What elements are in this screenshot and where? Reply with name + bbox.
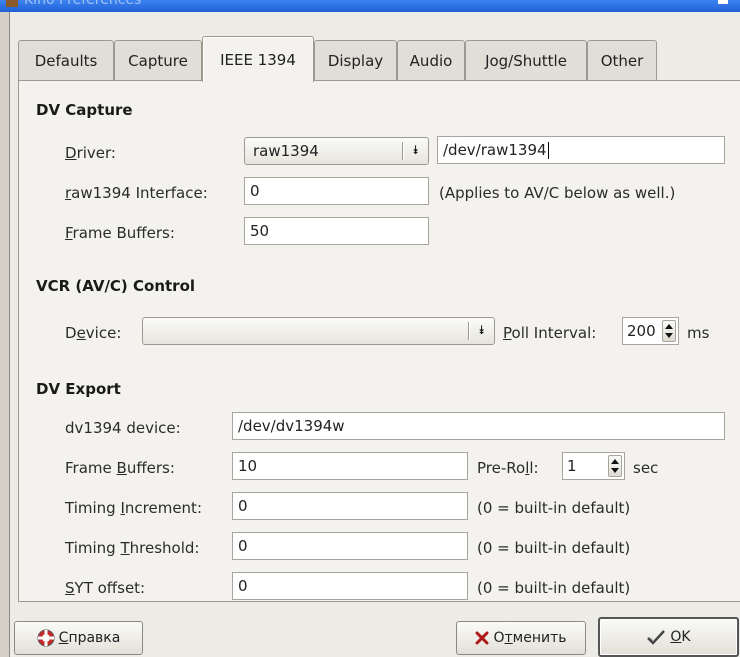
tab-defaults[interactable]: Defaults xyxy=(18,40,114,80)
tab-display[interactable]: Display xyxy=(314,40,397,80)
export-frame-buffers-label: Frame Buffers: xyxy=(65,459,175,477)
tab-capture[interactable]: Capture xyxy=(114,40,202,80)
vcr-device-combo[interactable]: ⯯ xyxy=(142,317,495,345)
tab-jog-shuttle[interactable]: Jog/Shuttle xyxy=(465,40,587,80)
raw1394-interface-label: raw1394 Interface: xyxy=(65,184,208,202)
tab-panel-ieee-1394: DV Capture Driver: raw1394 ⯯ /dev/raw139… xyxy=(18,80,740,602)
help-button-label: Справка xyxy=(58,630,121,646)
window-titlebar[interactable]: Kino Preferences xyxy=(0,0,740,12)
syt-offset-input[interactable]: 0 xyxy=(232,572,468,600)
button-bar: Справка Отменить OK xyxy=(10,609,740,657)
preroll-spinner[interactable]: 1 xyxy=(562,452,625,480)
timing-increment-label: Timing Increment: xyxy=(65,499,202,517)
poll-interval-value: 200 xyxy=(627,322,656,340)
tab-audio[interactable]: Audio xyxy=(397,40,465,80)
help-button[interactable]: Справка xyxy=(14,621,143,655)
cancel-button-label: Отменить xyxy=(493,630,567,646)
poll-interval-label: Poll Interval: xyxy=(503,324,597,342)
checkmark-icon xyxy=(647,630,666,645)
dropdown-arrow-icon: ⯯ xyxy=(411,143,420,157)
preroll-label: Pre-Roll: xyxy=(477,459,539,477)
window-title: Kino Preferences xyxy=(24,0,142,8)
vcr-device-label: Device: xyxy=(65,324,122,342)
tab-other[interactable]: Other xyxy=(587,40,657,80)
dv1394-device-input[interactable]: /dev/dv1394w xyxy=(232,412,725,440)
app-icon xyxy=(6,0,18,7)
dialog-frame: Defaults Capture IEEE 1394 Display Audio… xyxy=(9,12,740,657)
preroll-unit: sec xyxy=(633,459,659,477)
dropdown-arrow-icon: ⯯ xyxy=(477,323,486,337)
driver-device-path-input[interactable]: /dev/raw1394 xyxy=(437,136,725,164)
syt-offset-note: (0 = built-in default) xyxy=(477,579,631,597)
capture-frame-buffers-label: Frame Buffers: xyxy=(65,224,175,242)
raw1394-interface-input[interactable]: 0 xyxy=(244,177,429,205)
x-icon xyxy=(475,631,489,645)
capture-frame-buffers-input[interactable]: 50 xyxy=(244,217,429,245)
interface-note: (Applies to AV/C below as well.) xyxy=(439,184,676,202)
syt-offset-label: SYT offset: xyxy=(65,579,146,597)
cancel-button[interactable]: Отменить xyxy=(456,621,586,655)
poll-interval-spinner[interactable]: 200 xyxy=(622,317,679,345)
lifebuoy-icon xyxy=(37,629,55,647)
timing-threshold-label: Timing Threshold: xyxy=(65,539,200,557)
dv-capture-heading: DV Capture xyxy=(36,101,133,119)
ok-button[interactable]: OK xyxy=(598,617,739,657)
timing-threshold-note: (0 = built-in default) xyxy=(477,539,631,557)
dv-export-heading: DV Export xyxy=(36,380,121,398)
tab-ieee-1394[interactable]: IEEE 1394 xyxy=(202,36,314,82)
timing-threshold-input[interactable]: 0 xyxy=(232,532,468,560)
preroll-value: 1 xyxy=(567,457,577,475)
driver-label: Driver: xyxy=(65,144,116,162)
driver-combo-value: raw1394 xyxy=(253,142,319,160)
combo-separator xyxy=(468,322,469,340)
minimize-icon[interactable] xyxy=(718,0,728,4)
spin-up-down-icon[interactable] xyxy=(608,455,622,477)
ok-button-label: OK xyxy=(670,629,691,645)
spin-up-down-icon[interactable] xyxy=(662,320,676,342)
timing-increment-note: (0 = built-in default) xyxy=(477,499,631,517)
driver-combo[interactable]: raw1394 ⯯ xyxy=(244,137,429,165)
export-frame-buffers-input[interactable]: 10 xyxy=(232,452,468,480)
timing-increment-input[interactable]: 0 xyxy=(232,492,468,520)
combo-separator xyxy=(402,142,403,160)
vcr-control-heading: VCR (AV/C) Control xyxy=(36,277,196,295)
dv1394-device-label: dv1394 device: xyxy=(65,419,181,437)
poll-interval-unit: ms xyxy=(687,324,710,342)
